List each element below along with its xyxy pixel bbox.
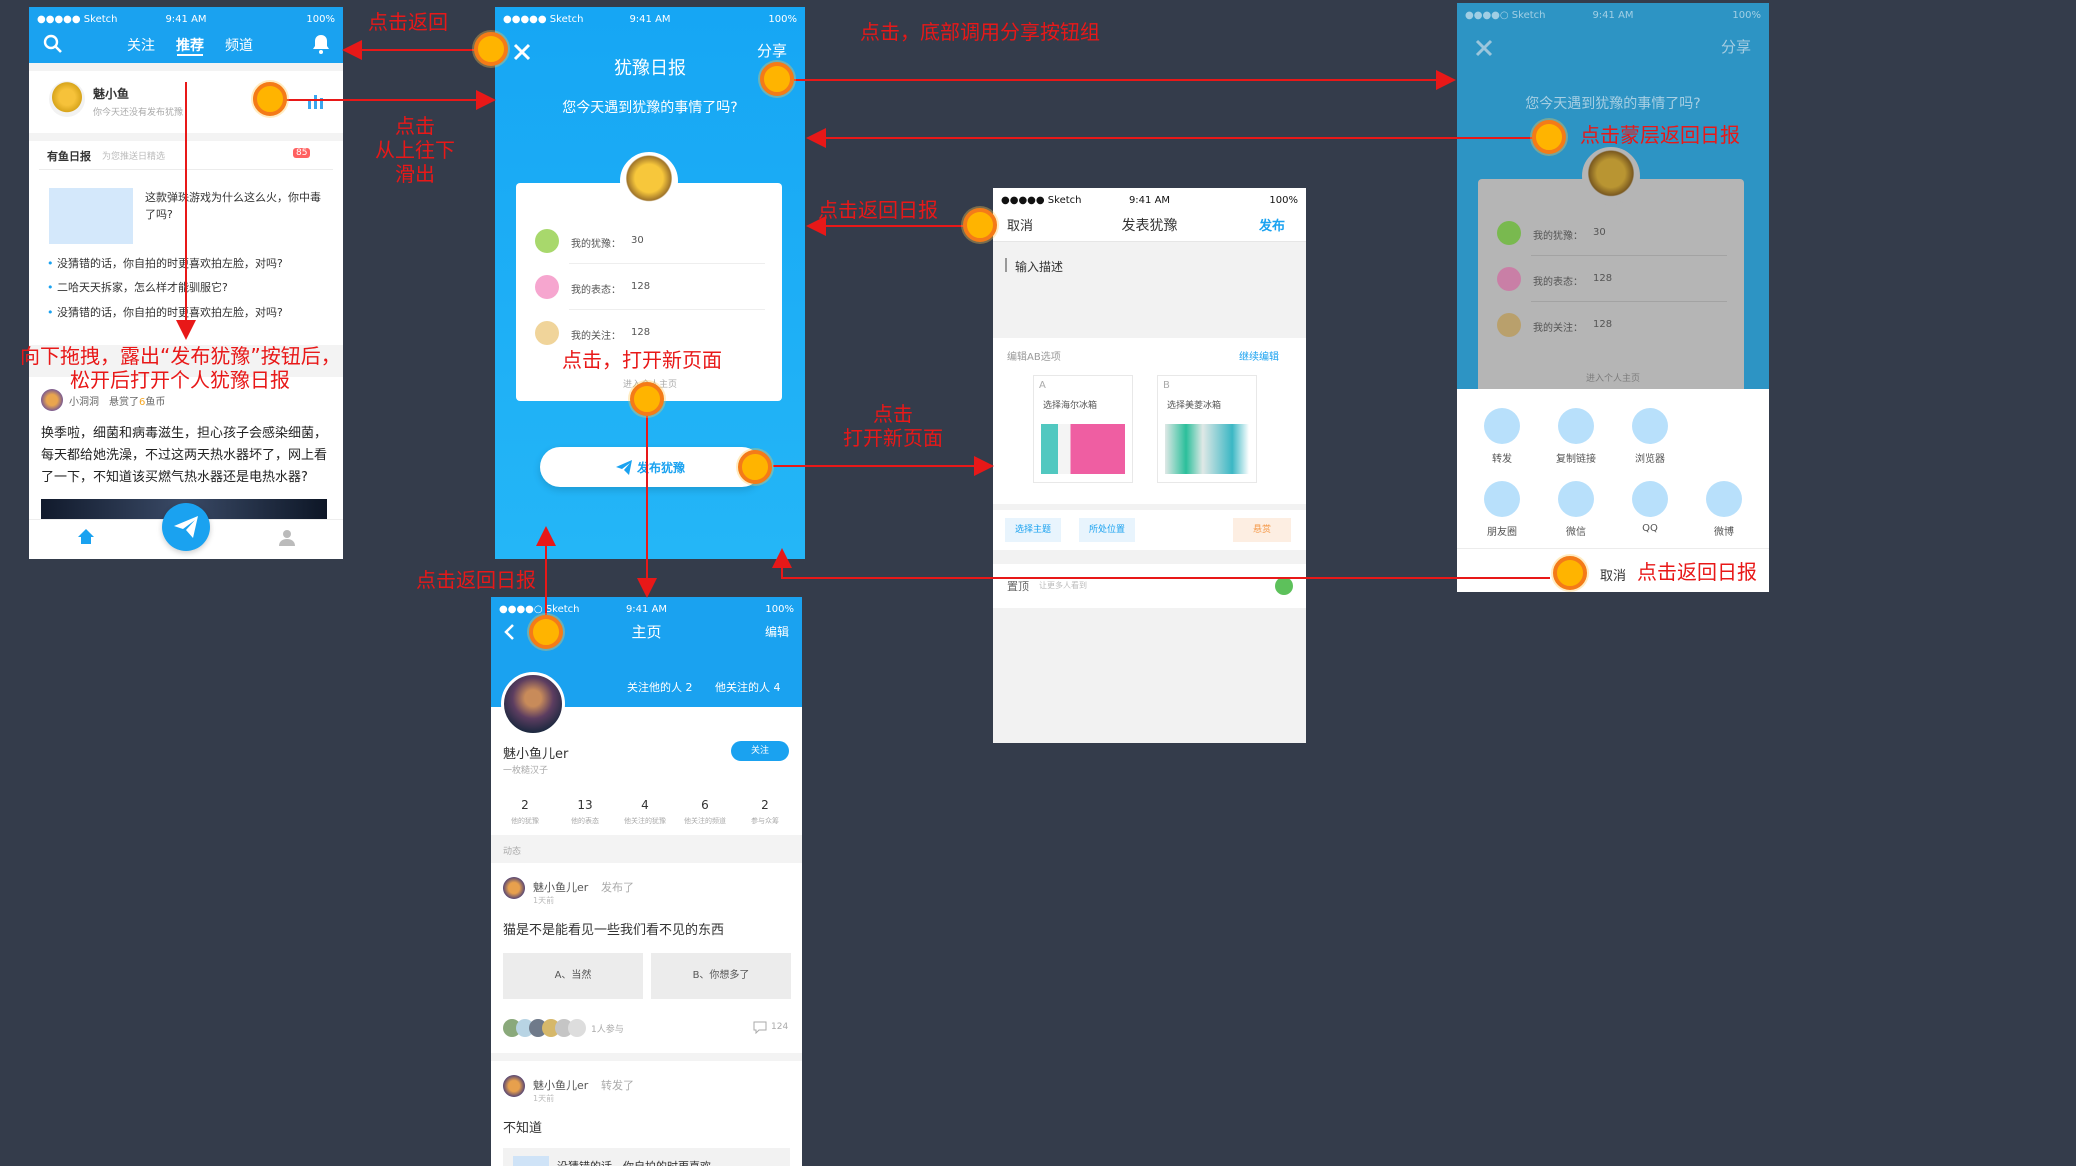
annotation-line: 松开后打开个人犹豫日报	[70, 368, 290, 392]
annotation-line: 滑出	[395, 162, 435, 186]
tap-marker	[738, 450, 772, 484]
annotation: 向下拖拽，露出“发布犹豫”按钮后， 松开后打开个人犹豫日报	[20, 344, 341, 392]
annotation: 点击蒙层返回日报	[1580, 123, 1740, 147]
annotation: 点击 打开新页面	[838, 402, 948, 450]
annotation: 点击返回日报	[416, 568, 536, 592]
annotation: 点击 从上往下 滑出	[370, 114, 460, 186]
tap-marker	[630, 382, 664, 416]
arrow	[772, 548, 1550, 579]
annotation-line: 点击	[395, 114, 435, 138]
tap-marker	[760, 62, 794, 96]
annotation: 点击返回	[368, 10, 448, 34]
annotation: 点击返回日报	[818, 198, 938, 222]
annotation: 点击，底部调用分享按钮组	[860, 20, 1100, 44]
annotation-line: 向下拖拽，露出“发布犹豫”按钮后，	[20, 344, 341, 368]
tap-marker	[529, 615, 563, 649]
tap-marker	[1553, 556, 1587, 590]
tap-marker	[1532, 120, 1566, 154]
tap-marker	[474, 32, 508, 66]
flow-arrows	[176, 40, 1550, 626]
tap-marker	[253, 82, 287, 116]
annotation: 点击，打开新页面	[562, 348, 722, 372]
annotation: 点击返回日报	[1637, 560, 1757, 584]
annotation-line: 从上往下	[375, 138, 455, 162]
annotation-line: 点击	[873, 402, 913, 426]
annotation-line: 打开新页面	[843, 426, 943, 450]
tap-marker	[963, 208, 997, 242]
